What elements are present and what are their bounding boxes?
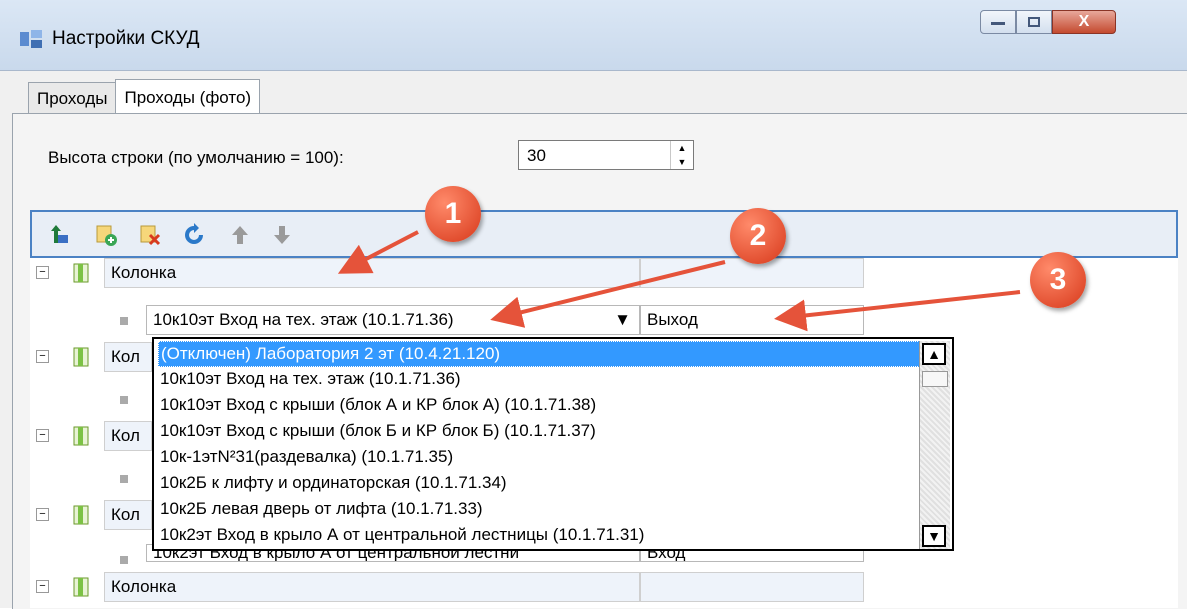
dropdown-option[interactable]: 10к10эт Вход с крыши (блок Б и КР блок Б… [158, 419, 920, 443]
column-icon [73, 263, 89, 283]
column-icon [73, 426, 89, 446]
up-level-icon[interactable] [48, 223, 72, 247]
row-height-label: Высота строки (по умолчанию = 100): [48, 148, 344, 167]
dropdown-option[interactable]: 10к10эт Вход на тех. этаж (10.1.71.36) [158, 367, 920, 391]
maximize-icon [1028, 17, 1040, 27]
column-icon [73, 505, 89, 525]
minimize-icon [991, 22, 1005, 25]
stepper-down-icon[interactable]: ▼ [671, 155, 693, 169]
scroll-down-icon[interactable]: ▼ [922, 525, 946, 547]
dropdown-option[interactable]: 10к2Б левая дверь от лифта (10.1.71.33) [158, 497, 920, 521]
row-height-stepper[interactable]: 30 ▲ ▼ [518, 140, 694, 170]
dropdown-option[interactable]: 10к2эт Вход в крыло А от центральной лес… [158, 523, 920, 547]
collapse-toggle-icon[interactable]: − [36, 508, 49, 521]
callout-1: 1 [425, 186, 481, 242]
leaf-marker-icon [120, 396, 128, 404]
window-title: Настройки СКУД [52, 28, 200, 49]
settings-window: Настройки СКУД X Проходы Проходы (фото) … [0, 0, 1187, 609]
add-icon[interactable] [94, 223, 118, 247]
stepper-buttons: ▲ ▼ [670, 141, 693, 169]
column-node-label[interactable]: Колонка [104, 258, 640, 288]
collapse-toggle-icon[interactable]: − [36, 350, 49, 363]
callout-2: 2 [730, 208, 786, 264]
column-icon [73, 347, 89, 367]
dropdown-option[interactable]: 10к-1этN²31(раздевалка) (10.1.71.35) [158, 445, 920, 469]
column-icon [73, 577, 89, 597]
dropdown-option[interactable]: 10к10эт Вход с крыши (блок А и КР блок А… [158, 393, 920, 417]
tree-child-row: 10к10эт Вход на тех. этаж (10.1.71.36) ▼… [30, 305, 1178, 335]
tab-passages-photo[interactable]: Проходы (фото) [115, 79, 261, 114]
passage-dropdown-list[interactable]: (Отключен) Лаборатория 2 эт (10.4.21.120… [152, 337, 954, 551]
leaf-marker-icon [120, 556, 128, 564]
dropdown-scrollbar[interactable]: ▲ ▼ [919, 341, 950, 549]
passage-combobox[interactable]: 10к10эт Вход на тех. этаж (10.1.71.36) ▼ [146, 305, 640, 335]
tab-strip: Проходы Проходы (фото) [28, 79, 261, 114]
scroll-thumb[interactable] [922, 371, 948, 387]
minimize-button[interactable] [980, 10, 1016, 34]
scroll-up-icon[interactable]: ▲ [922, 343, 946, 365]
tree-row: − Колонка [30, 258, 1178, 288]
collapse-toggle-icon[interactable]: − [36, 266, 49, 279]
direction-cell[interactable]: Выход [640, 305, 864, 335]
dropdown-option[interactable]: 10к2Б к лифту и ординаторская (10.1.71.3… [158, 471, 920, 495]
app-icon [20, 30, 42, 48]
close-button[interactable]: X [1052, 10, 1116, 34]
tree-row: − Колонка [30, 572, 1178, 602]
callout-3: 3 [1030, 252, 1086, 308]
chevron-down-icon[interactable]: ▼ [614, 306, 631, 334]
column-node-direction[interactable] [640, 572, 864, 602]
column-node-label[interactable]: Кол [104, 421, 152, 451]
row-height-value[interactable]: 30 [527, 146, 546, 166]
column-node-label[interactable]: Кол [104, 500, 152, 530]
leaf-marker-icon [120, 317, 128, 325]
move-up-icon[interactable] [228, 223, 252, 247]
delete-icon[interactable] [138, 223, 162, 247]
tab-passages[interactable]: Проходы [28, 82, 117, 114]
dropdown-option[interactable]: (Отключен) Лаборатория 2 эт (10.4.21.120… [158, 341, 922, 367]
column-node-label[interactable]: Кол [104, 342, 152, 372]
title-bar: Настройки СКУД X [0, 0, 1187, 71]
move-down-icon[interactable] [270, 223, 294, 247]
toolbar [30, 210, 1178, 258]
stepper-up-icon[interactable]: ▲ [671, 141, 693, 155]
passage-combobox-value: 10к10эт Вход на тех. этаж (10.1.71.36) [153, 310, 454, 329]
leaf-marker-icon [120, 475, 128, 483]
collapse-toggle-icon[interactable]: − [36, 429, 49, 442]
refresh-icon[interactable] [182, 223, 206, 247]
column-node-label[interactable]: Колонка [104, 572, 640, 602]
caption-buttons: X [980, 10, 1116, 36]
collapse-toggle-icon[interactable]: − [36, 580, 49, 593]
maximize-button[interactable] [1016, 10, 1052, 34]
